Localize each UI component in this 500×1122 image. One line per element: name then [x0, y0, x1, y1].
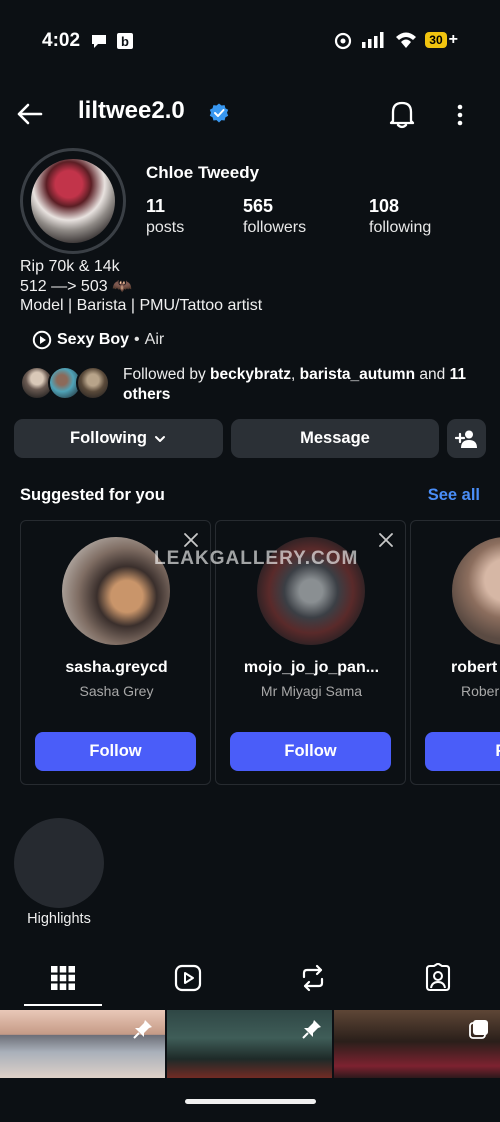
- status-bar: 4:02 b 30 +: [0, 0, 500, 80]
- battery-icon: 30: [425, 32, 447, 48]
- see-all-link[interactable]: See all: [428, 486, 480, 505]
- profile-avatar-ring[interactable]: [20, 148, 126, 254]
- follow-button[interactable]: Follow: [35, 732, 196, 771]
- post-thumbnail[interactable]: [334, 1010, 500, 1080]
- pin-icon: [302, 1020, 321, 1039]
- message-label: Message: [300, 429, 370, 447]
- watermark: LEAKGALLERY.COM: [154, 548, 359, 569]
- stat-value: 108: [369, 196, 400, 216]
- following-label: Following: [70, 429, 147, 447]
- battery-plus: +: [448, 31, 458, 48]
- system-nav-bar: [0, 1078, 500, 1122]
- play-circle-icon: [32, 330, 52, 350]
- add-user-button[interactable]: [447, 419, 486, 458]
- suggested-fullname: Rober: [461, 683, 500, 699]
- verified-badge-icon: [209, 103, 229, 123]
- suggested-card[interactable]: robert Rober Fo: [410, 520, 500, 785]
- chevron-down-icon: [154, 435, 165, 442]
- stat-value: 11: [146, 196, 166, 216]
- music-separator: •: [134, 331, 140, 348]
- suggested-username[interactable]: robert: [451, 659, 500, 677]
- stat-label: posts: [146, 219, 185, 236]
- mutual-avatars: [20, 365, 115, 403]
- close-icon[interactable]: [377, 531, 395, 549]
- bio-line: Rip 70k & 14k: [20, 258, 120, 275]
- stat-followers[interactable]: 565 followers: [243, 196, 306, 237]
- active-tab-indicator: [24, 1004, 102, 1006]
- stat-following[interactable]: 108 following: [369, 196, 431, 237]
- followed-prefix: Followed by: [123, 366, 206, 383]
- profile-music[interactable]: Sexy Boy • Air: [32, 330, 164, 350]
- reposts-icon[interactable]: [298, 963, 328, 993]
- b-app-icon: b: [117, 33, 133, 49]
- highlight-circle[interactable]: [14, 818, 104, 908]
- follow-button[interactable]: Follow: [230, 732, 391, 771]
- reels-icon[interactable]: [173, 963, 203, 993]
- suggested-header: Suggested for you See all: [20, 486, 480, 505]
- stat-value: 565: [243, 196, 274, 216]
- profile-header: liltwee2.0: [0, 95, 500, 135]
- followed-by[interactable]: Followed by beckybratz, barista_autumn a…: [20, 365, 490, 405]
- mutual-username[interactable]: barista_autumn: [300, 366, 415, 383]
- stat-label: followers: [243, 219, 307, 236]
- post-thumbnail[interactable]: [167, 1010, 332, 1080]
- back-arrow-icon[interactable]: [14, 99, 44, 129]
- followed-separator: ,: [291, 366, 296, 383]
- wifi-icon: [396, 32, 417, 48]
- suggested-username[interactable]: sasha.greycd: [21, 659, 212, 677]
- profile-avatar[interactable]: [31, 159, 115, 243]
- chat-bubble-icon: [92, 35, 106, 48]
- more-options-icon[interactable]: [450, 99, 470, 129]
- suggested-avatar[interactable]: [452, 537, 500, 645]
- profile-tabs: [0, 955, 500, 1007]
- close-icon[interactable]: [182, 531, 200, 549]
- suggested-fullname: Mr Miyagi Sama: [260, 683, 363, 699]
- alarm-icon: [335, 32, 352, 50]
- signal-icon: [362, 32, 384, 48]
- notification-bell-icon[interactable]: [388, 99, 416, 129]
- post-thumbnail[interactable]: [0, 1010, 165, 1080]
- suggested-fullname: Sasha Grey: [79, 683, 154, 699]
- svg-text:b: b: [121, 34, 129, 49]
- following-button[interactable]: Following: [14, 419, 223, 458]
- highlights-label: Highlights: [27, 911, 91, 927]
- mutual-avatar: [76, 366, 110, 400]
- profile-actions: Following Message: [14, 419, 486, 459]
- bio-line: Model | Barista | PMU/Tattoo artist: [20, 297, 263, 314]
- follow-button[interactable]: Fo: [425, 732, 500, 771]
- display-name: Chloe Tweedy: [146, 163, 260, 182]
- suggested-username[interactable]: mojo_jo_jo_pan...: [216, 659, 407, 677]
- status-time: 4:02: [42, 30, 81, 51]
- pin-icon: [133, 1020, 152, 1039]
- bio-line: 512 —> 503 🦇: [20, 277, 132, 295]
- suggested-title: Suggested for you: [20, 486, 165, 504]
- followed-by-text: Followed by beckybratz, barista_autumn a…: [123, 365, 488, 404]
- add-person-icon: [454, 430, 477, 448]
- followed-conjunction: and: [419, 366, 446, 383]
- post-grid: [0, 1010, 500, 1080]
- tagged-icon[interactable]: [423, 963, 453, 993]
- home-indicator[interactable]: [185, 1099, 316, 1104]
- stat-label: following: [369, 219, 432, 236]
- stat-posts[interactable]: 11 posts: [146, 196, 184, 237]
- profile-username: liltwee2.0: [78, 97, 185, 124]
- message-button[interactable]: Message: [231, 419, 439, 458]
- mutual-username[interactable]: beckybratz: [210, 366, 291, 383]
- profile-bio: Rip 70k & 14k 512 —> 503 🦇 Model | Baris…: [20, 257, 262, 316]
- grid-icon[interactable]: [48, 963, 78, 993]
- carousel-icon: [469, 1020, 488, 1039]
- music-artist: Air: [144, 331, 165, 348]
- music-title: Sexy Boy: [57, 331, 130, 348]
